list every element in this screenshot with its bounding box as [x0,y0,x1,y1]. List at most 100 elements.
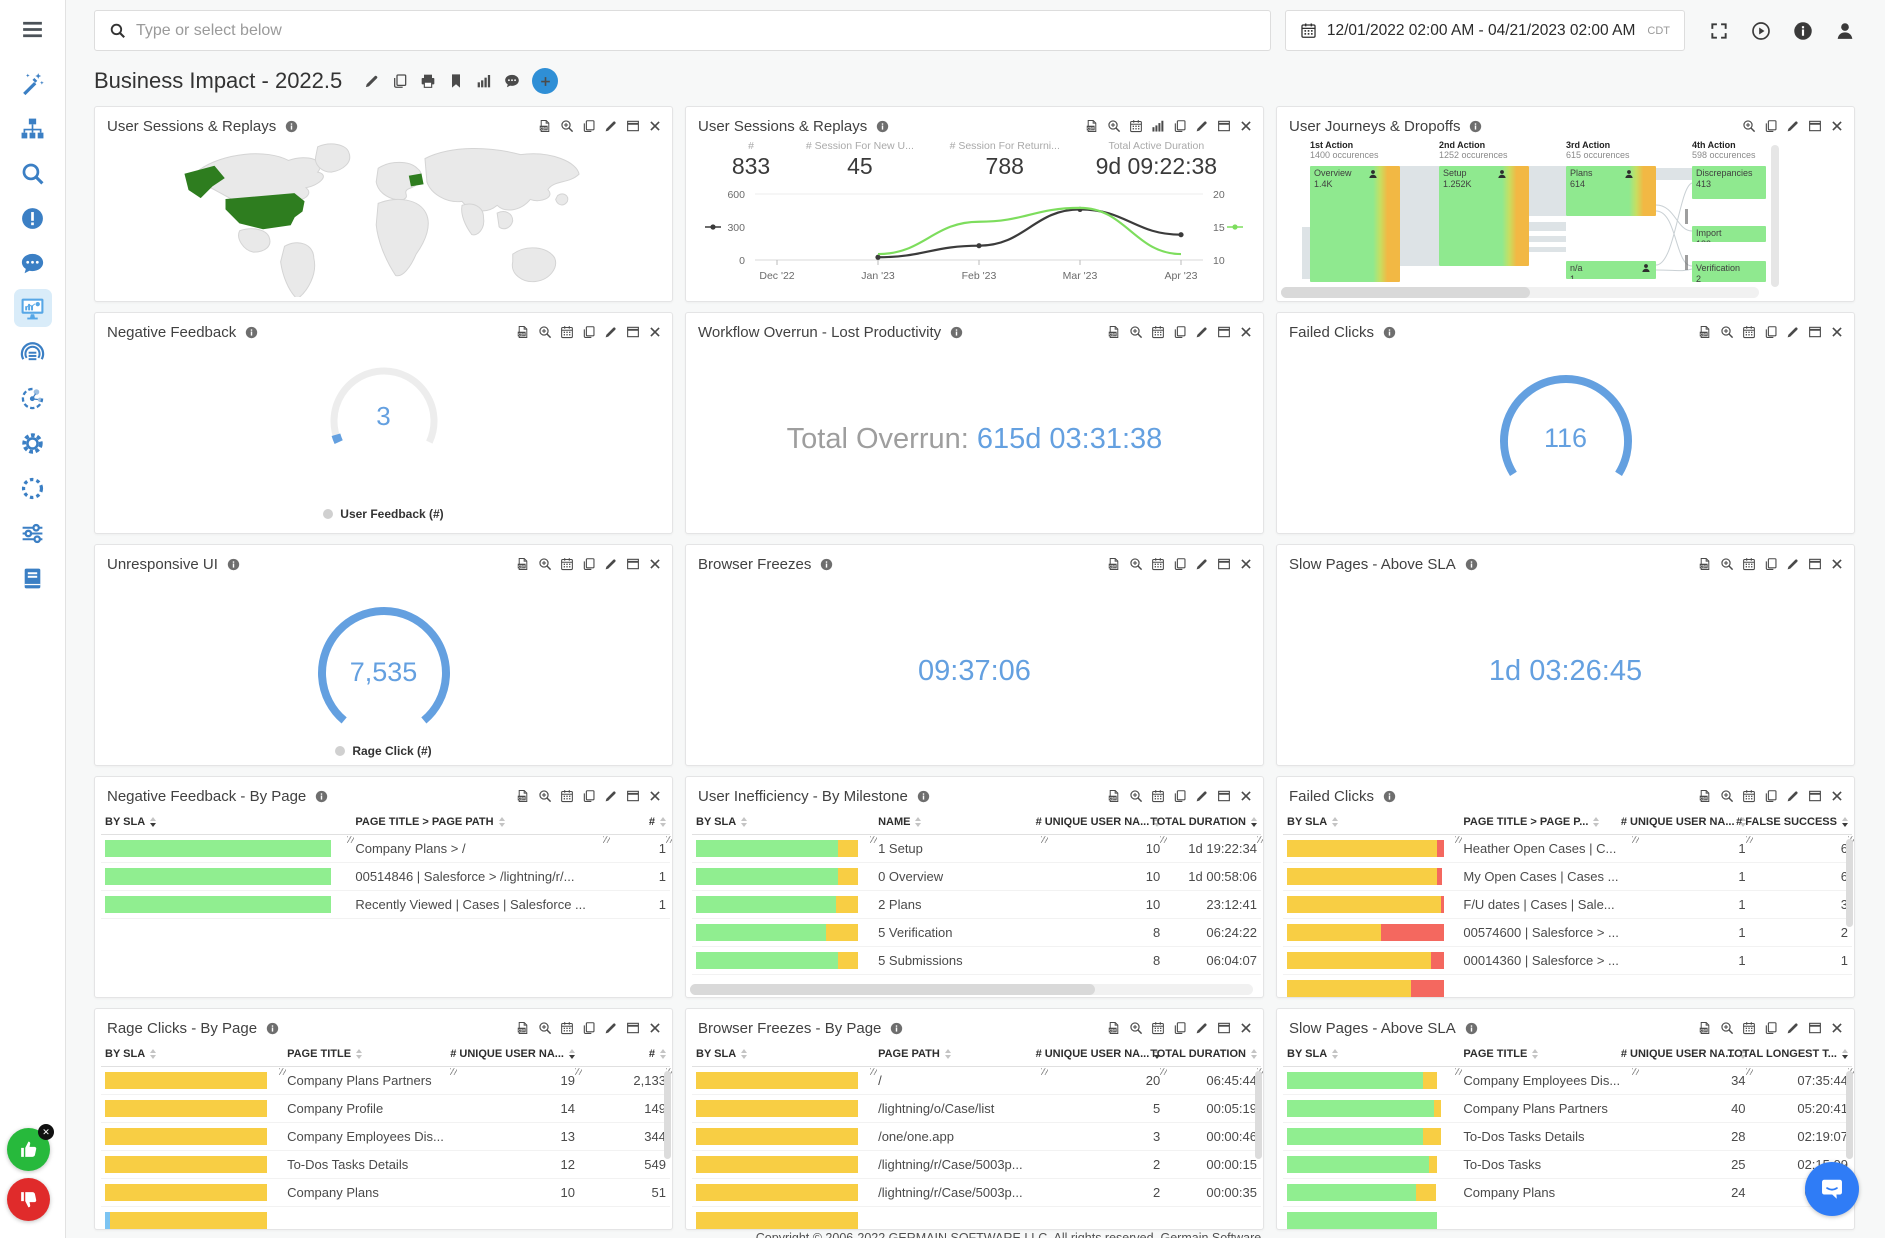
window-icon[interactable] [1217,789,1231,803]
zoom-icon[interactable] [538,1021,552,1035]
zoom-icon[interactable] [538,789,552,803]
close-icon[interactable] [1830,557,1844,571]
column-resize-handle[interactable] [603,836,610,843]
column-header[interactable]: NAME [874,809,1045,834]
column-header[interactable]: BY SLA [1283,809,1459,834]
csv-icon[interactable] [516,789,530,803]
info-icon[interactable] [1465,558,1478,571]
table-row[interactable]: Company Plans2401:31:1 [1283,1179,1852,1207]
zoom-icon[interactable] [1720,325,1734,339]
table-row[interactable]: /lightning/r/Case/5003p...200:00:15 [692,1151,1261,1179]
window-icon[interactable] [1808,1021,1822,1035]
close-icon[interactable] [1830,325,1844,339]
info-icon[interactable] [227,558,240,571]
edit-icon[interactable] [604,119,618,133]
window-icon[interactable] [1217,1021,1231,1035]
window-icon[interactable] [1808,789,1822,803]
edit-icon[interactable] [604,1021,618,1035]
info-icon[interactable] [285,120,298,133]
edit-icon[interactable] [604,789,618,803]
table-row[interactable]: To-Dos Tasks Details2802:19:07 [1283,1123,1852,1151]
info-icon[interactable] [245,326,258,339]
edit-icon[interactable] [1195,1021,1209,1035]
column-header[interactable]: # [607,809,670,834]
column-resize-handle[interactable] [1632,836,1639,843]
csv-icon[interactable] [1698,1021,1712,1035]
copy-icon[interactable] [582,119,596,133]
table-row[interactable]: Recently Viewed | Cases | Salesforce ...… [101,891,670,919]
sidebar-item-share[interactable] [14,379,52,417]
column-resize-handle[interactable] [1041,1068,1048,1075]
csv-icon[interactable] [516,1021,530,1035]
window-icon[interactable] [626,325,640,339]
table-row[interactable]: 00014360 | Salesforce > ...11 [1283,947,1852,975]
info-icon[interactable] [1383,326,1396,339]
column-header[interactable]: # [579,1041,670,1066]
column-resize-handle[interactable] [575,1068,582,1075]
calendar-icon[interactable] [560,1021,574,1035]
edit-icon[interactable] [604,325,618,339]
sort-icon[interactable] [150,1049,156,1059]
csv-icon[interactable] [1107,1021,1121,1035]
calendar-icon[interactable] [560,557,574,571]
sort-icon[interactable] [499,817,505,827]
sidebar-item-sliders[interactable] [14,514,52,552]
table-row[interactable]: Company Profile14149 [101,1095,670,1123]
vertical-scrollbar[interactable] [1846,1071,1853,1159]
edit-icon[interactable] [1786,1021,1800,1035]
copy-icon[interactable] [1173,789,1187,803]
close-icon[interactable] [1239,789,1253,803]
zoom-icon[interactable] [1129,557,1143,571]
column-header[interactable]: TOTAL DURATION [1164,1041,1261,1066]
edit-icon[interactable] [1786,325,1800,339]
copy-icon[interactable] [582,325,596,339]
table-row[interactable]: 00574600 | Salesforce > ...12 [1283,919,1852,947]
table-row[interactable] [101,1207,670,1230]
sort-icon[interactable] [660,817,666,827]
info-icon[interactable] [1383,790,1396,803]
sort-icon[interactable] [915,817,921,827]
calendar-icon[interactable] [1151,1021,1165,1035]
play-icon[interactable] [1751,21,1771,41]
vertical-scrollbar[interactable] [1846,839,1853,927]
column-resize-handle[interactable] [1160,1068,1167,1075]
window-icon[interactable] [626,789,640,803]
sort-icon[interactable] [150,817,156,827]
calendar-icon[interactable] [1742,1021,1756,1035]
table-row[interactable]: Company Plans > /1 [101,835,670,863]
user-icon[interactable] [1835,21,1855,41]
column-resize-handle[interactable] [870,836,877,843]
column-resize-handle[interactable] [1632,1068,1639,1075]
fullscreen-icon[interactable] [1709,21,1729,41]
info-icon[interactable] [820,558,833,571]
zoom-icon[interactable] [538,557,552,571]
csv-icon[interactable] [1085,119,1099,133]
table-row[interactable]: Company Employees Dis...13344 [101,1123,670,1151]
journey-node-overview[interactable]: Overview1.4K [1310,166,1400,282]
bars-icon[interactable] [1151,119,1165,133]
copy-icon[interactable] [582,1021,596,1035]
zoom-icon[interactable] [1720,789,1734,803]
column-header[interactable]: TOTAL DURATION [1164,809,1261,834]
column-header[interactable]: BY SLA [692,1041,874,1066]
info-icon[interactable] [950,326,963,339]
calendar-icon[interactable] [1151,789,1165,803]
column-header[interactable]: PAGE TITLE > PAGE PATH [351,809,607,834]
close-icon[interactable] [648,119,662,133]
csv-icon[interactable] [1698,325,1712,339]
column-header[interactable]: PAGE TITLE [1459,1041,1635,1066]
column-header[interactable]: # UNIQUE USER NA... [1045,809,1164,834]
close-icon[interactable] [1830,1021,1844,1035]
sidebar-item-book[interactable] [14,559,52,597]
column-header[interactable]: # FALSE SUCCESS [1750,809,1852,834]
column-resize-handle[interactable] [1455,836,1462,843]
zoom-icon[interactable] [1107,119,1121,133]
vertical-scrollbar[interactable] [1771,145,1779,287]
horizontal-scrollbar[interactable] [690,984,1253,995]
sort-icon[interactable] [569,1049,575,1059]
journey-sankey[interactable]: 1st Action1400 occurences2nd Action1252 … [1277,139,1854,301]
column-resize-handle[interactable] [1041,836,1048,843]
window-icon[interactable] [1217,119,1231,133]
info-icon[interactable] [1793,21,1813,41]
search-box[interactable] [94,10,1271,51]
